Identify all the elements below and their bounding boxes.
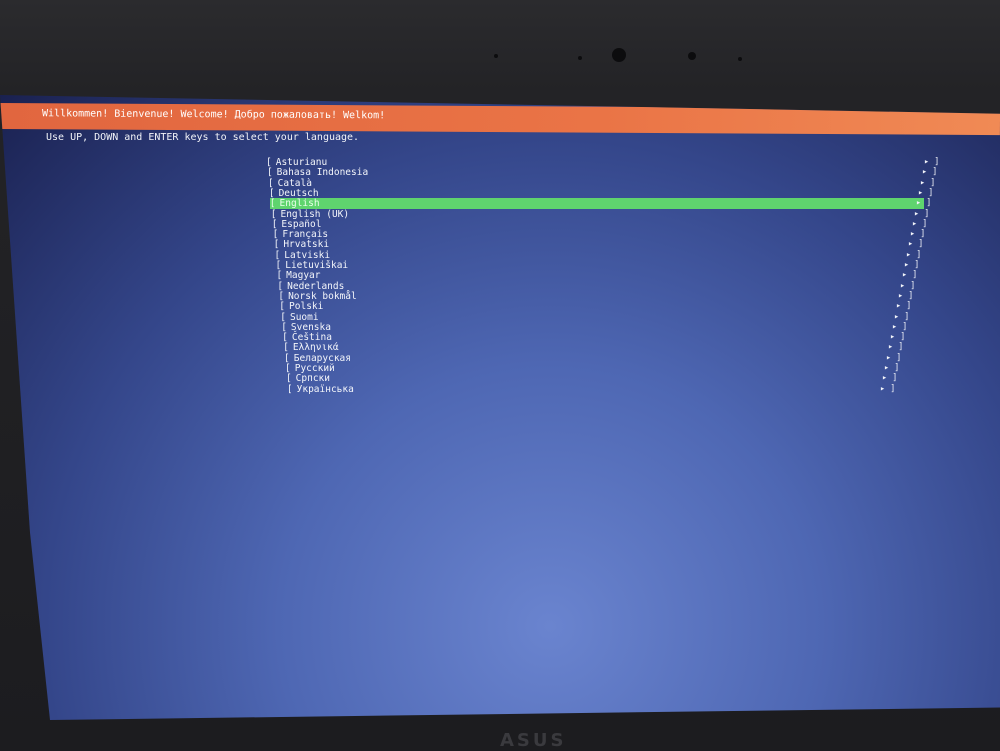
asus-logo: ASUS <box>500 730 567 751</box>
language-option[interactable]: [Українська <box>287 384 354 395</box>
webcam-icon <box>612 48 626 62</box>
right-arrow-icon: ▸ ] <box>880 383 896 394</box>
sensor-icon <box>738 57 742 61</box>
sensor-icon <box>688 52 696 60</box>
row-bracket: [ <box>286 383 293 395</box>
installer-screen: Willkommen! Bienvenue! Welcome! Добро по… <box>0 95 1000 720</box>
language-label: Українська <box>296 383 354 395</box>
sensor-icon <box>494 54 498 58</box>
language-list: [Asturianu ▸ ][Bahasa Indonesia ▸ ][Català… <box>0 95 1000 720</box>
language-option[interactable]: [English <box>269 198 924 210</box>
sensor-icon <box>578 56 582 60</box>
